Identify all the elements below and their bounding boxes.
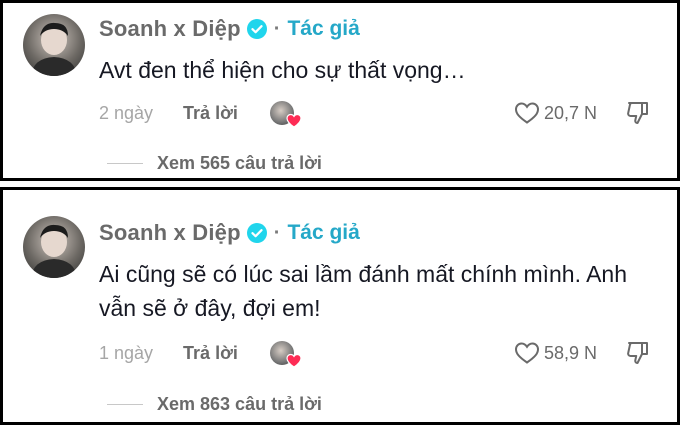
- comment-meta: 1 ngày Trả lời: [99, 338, 302, 368]
- heart-outline-icon: [514, 342, 539, 364]
- divider-line: [107, 162, 143, 164]
- comment-text: Ai cũng sẽ có lúc sai lầm đánh mất chính…: [99, 261, 628, 321]
- comment-time: 2 ngày: [99, 102, 154, 123]
- comment-header: Soanh x Diệp · Tác giả: [99, 15, 360, 43]
- comment-header: Soanh x Diệp · Tác giả: [99, 219, 360, 247]
- divider-line: [107, 403, 143, 405]
- comment-meta: 2 ngày Trả lời: [99, 98, 302, 128]
- comment-text: Avt đen thể hiện cho sự thất vọng…: [99, 57, 466, 83]
- view-replies-button[interactable]: Xem 565 câu trả lời: [107, 151, 322, 175]
- author-name[interactable]: Soanh x Diệp: [99, 220, 241, 246]
- heart-filled-icon: [286, 113, 302, 128]
- author-badge: Tác giả: [287, 17, 360, 40]
- like-count: 58,9 N: [543, 342, 597, 363]
- creator-liked-avatar: [269, 101, 302, 128]
- separator-dot: ·: [273, 18, 281, 40]
- comment-card: Soanh x Diệp · Tác giả Ai cũng sẽ có lúc…: [0, 187, 680, 425]
- verified-icon: [246, 19, 267, 39]
- avatar[interactable]: [23, 216, 85, 278]
- comment-time: 1 ngày: [99, 342, 154, 363]
- thumbs-down-icon[interactable]: [625, 100, 651, 126]
- separator-dot: ·: [273, 222, 281, 244]
- like-count: 20,7 N: [543, 102, 597, 123]
- verified-icon: [246, 223, 267, 243]
- view-replies-label: Xem 863 câu trả lời: [157, 393, 322, 414]
- author-name[interactable]: Soanh x Diệp: [99, 16, 241, 42]
- view-replies-label: Xem 565 câu trả lời: [157, 152, 322, 173]
- reply-button[interactable]: Trả lời: [183, 343, 238, 364]
- reply-button[interactable]: Trả lời: [183, 103, 238, 124]
- heart-outline-icon: [514, 102, 539, 124]
- avatar[interactable]: [23, 14, 85, 76]
- view-replies-button[interactable]: Xem 863 câu trả lời: [107, 392, 322, 416]
- like-button[interactable]: 20,7 N: [514, 98, 597, 128]
- heart-filled-icon: [286, 353, 302, 368]
- author-badge: Tác giả: [287, 221, 360, 244]
- like-button[interactable]: 58,9 N: [514, 338, 597, 368]
- thumbs-down-icon[interactable]: [625, 340, 651, 366]
- comment-card: Soanh x Diệp · Tác giả Avt đen thể hiện …: [0, 0, 680, 181]
- creator-liked-avatar: [269, 341, 302, 368]
